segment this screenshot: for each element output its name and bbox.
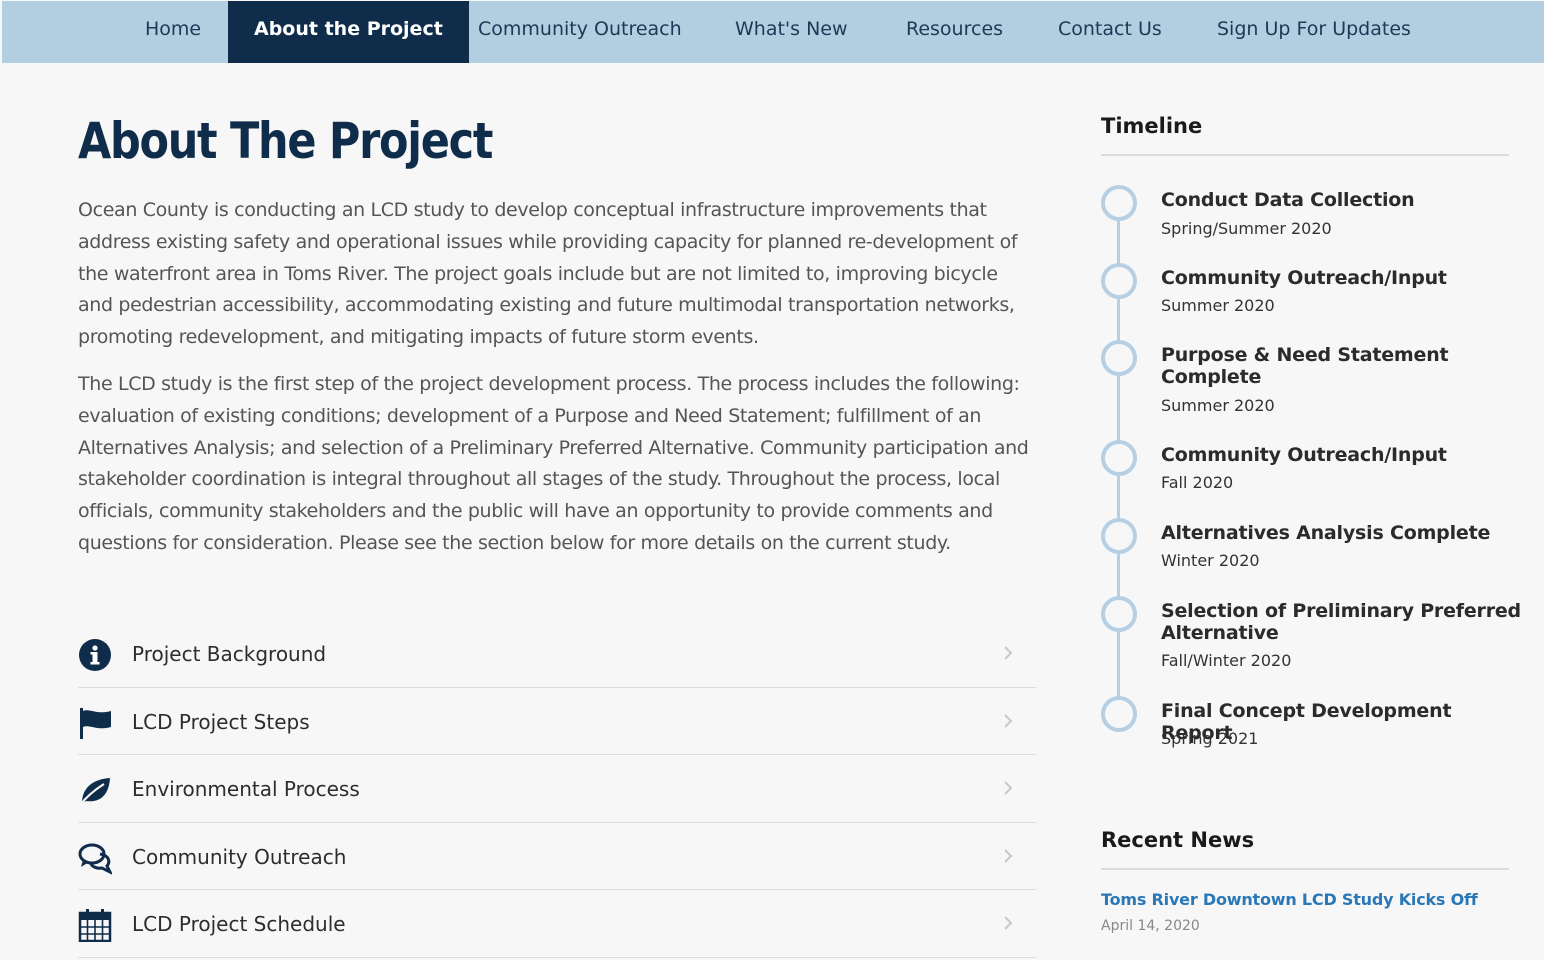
timeline-item-title: Alternatives Analysis Complete xyxy=(1161,522,1491,544)
timeline-dot-icon xyxy=(1101,696,1137,732)
chevron-right-icon xyxy=(1004,713,1013,728)
accordion-label: Environmental Process xyxy=(132,777,360,802)
recent-news-heading: Recent News xyxy=(1101,828,1255,852)
accordion-label: Community Outreach xyxy=(132,844,347,869)
news-article-date: April 14, 2020 xyxy=(1101,918,1200,934)
accordion-label: Project Background xyxy=(132,642,327,666)
nav-about-the-project[interactable]: About the Project xyxy=(228,1,469,63)
timeline-item-title: Selection of Preliminary Preferred Alter… xyxy=(1161,600,1521,644)
chevron-right-icon xyxy=(1004,849,1013,863)
nav-whats-new[interactable]: What's New xyxy=(735,1,848,63)
timeline-dot-icon xyxy=(1101,340,1137,376)
intro-paragraph: Ocean County is conducting an LCD study … xyxy=(78,199,1018,349)
nav-resources[interactable]: Resources xyxy=(906,1,1003,63)
timeline-item-title: Purpose & Need Statement Complete xyxy=(1161,344,1449,388)
recent-news-divider xyxy=(1101,868,1509,870)
nav-community-outreach[interactable]: Community Outreach xyxy=(478,1,682,63)
timeline-dot-icon xyxy=(1101,185,1137,221)
flag-icon xyxy=(80,707,111,739)
timeline-item-date: Spring/Summer 2020 xyxy=(1161,219,1332,238)
nav-home[interactable]: Home xyxy=(145,1,201,63)
timeline-dot-icon xyxy=(1101,518,1137,554)
nav-contact-us[interactable]: Contact Us xyxy=(1058,1,1162,63)
nav-sign-up-for-updates[interactable]: Sign Up For Updates xyxy=(1217,1,1411,63)
chat-bubbles-icon xyxy=(78,843,112,875)
calendar-icon xyxy=(78,909,112,943)
process-paragraph: The LCD study is the first step of the p… xyxy=(78,373,1029,554)
timeline-heading: Timeline xyxy=(1101,114,1203,138)
timeline-item-title: Community Outreach/Input xyxy=(1161,267,1447,289)
accordion-item-project-background[interactable]: Project Background xyxy=(78,620,1036,688)
timeline-item-title: Community Outreach/Input xyxy=(1161,444,1447,466)
news-article-link[interactable]: Toms River Downtown LCD Study Kicks Off xyxy=(1101,890,1478,909)
timeline-item-title: Conduct Data Collection xyxy=(1161,189,1415,211)
timeline-item-date: Summer 2020 xyxy=(1161,396,1275,415)
top-navigation: Home About the Project Community Outreac… xyxy=(2,1,1544,63)
timeline-item-date: Fall 2020 xyxy=(1161,473,1234,492)
accordion-item-environmental-process[interactable]: Environmental Process xyxy=(78,755,1036,823)
timeline-divider xyxy=(1101,154,1509,156)
timeline-dot-icon xyxy=(1101,596,1137,632)
page-title: About The Project xyxy=(78,112,493,170)
accordion-item-lcd-project-steps[interactable]: LCD Project Steps xyxy=(78,688,1036,756)
chevron-right-icon xyxy=(1004,646,1013,660)
chevron-right-icon xyxy=(1004,916,1013,931)
timeline-item-date: Spring 2021 xyxy=(1161,729,1259,748)
accordion-label: LCD Project Steps xyxy=(132,709,310,734)
timeline-item-date: Summer 2020 xyxy=(1161,296,1275,315)
timeline-item-date: Winter 2020 xyxy=(1161,551,1260,570)
timeline-item-date: Fall/Winter 2020 xyxy=(1161,651,1292,670)
accordion-item-community-outreach[interactable]: Community Outreach xyxy=(78,823,1036,891)
accordion-item-lcd-project-schedule[interactable]: LCD Project Schedule xyxy=(78,890,1036,958)
leaf-icon xyxy=(79,778,110,806)
timeline-dot-icon xyxy=(1101,263,1137,299)
project-accordion: Project Background LCD Project Steps Env… xyxy=(78,620,1036,958)
chevron-right-icon xyxy=(1004,781,1013,795)
accordion-label: LCD Project Schedule xyxy=(132,912,346,937)
timeline-dot-icon xyxy=(1101,440,1137,476)
info-icon xyxy=(79,639,111,671)
